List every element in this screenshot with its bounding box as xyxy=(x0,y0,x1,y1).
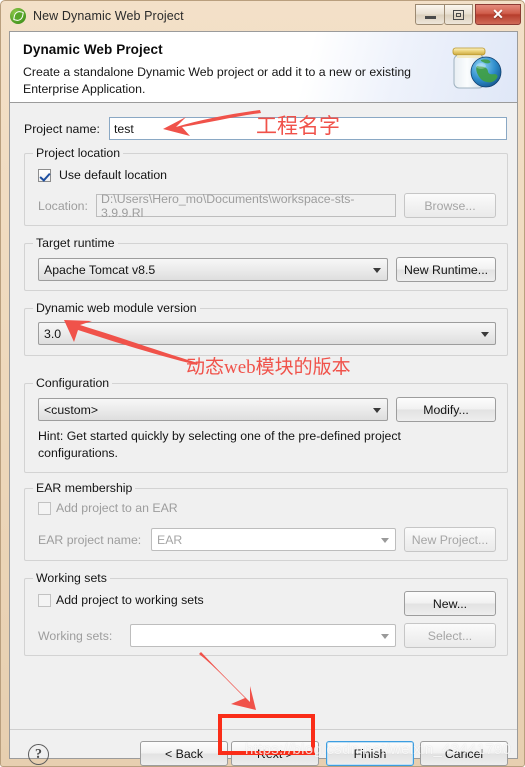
chevron-down-icon xyxy=(381,537,389,543)
chevron-down-icon xyxy=(381,633,389,639)
working-sets-group-title: Working sets xyxy=(33,571,110,585)
window-title: New Dynamic Web Project xyxy=(33,8,184,23)
new-working-set-button[interactable]: New... xyxy=(404,591,496,616)
use-default-location-checkbox[interactable] xyxy=(38,168,51,182)
browse-button[interactable]: Browse... xyxy=(404,193,496,218)
target-runtime-combo[interactable]: Apache Tomcat v8.5 xyxy=(38,258,388,281)
add-to-ear-row[interactable]: Add project to an EAR xyxy=(38,501,178,515)
add-to-ear-label: Add project to an EAR xyxy=(56,501,178,515)
new-project-button[interactable]: New Project... xyxy=(404,527,496,552)
new-runtime-button[interactable]: New Runtime... xyxy=(396,257,496,282)
back-button[interactable]: < Back xyxy=(140,741,228,766)
page-description: Create a standalone Dynamic Web project … xyxy=(23,65,412,96)
dialog-footer: ? < Back Next > Finish Cancel xyxy=(10,730,517,766)
configuration-value: <custom> xyxy=(44,402,98,417)
project-location-group: Project location Use default location Lo… xyxy=(24,146,508,226)
location-input[interactable]: D:\Users\Hero_mo\Documents\workspace-sts… xyxy=(96,192,396,220)
target-runtime-group: Target runtime Apache Tomcat v8.5 New Ru… xyxy=(24,236,508,291)
ear-membership-group-title: EAR membership xyxy=(33,481,136,495)
configuration-hint: Hint: Get started quickly by selecting o… xyxy=(38,429,401,460)
working-sets-row: Working sets: Select... xyxy=(38,623,496,648)
working-sets-label: Working sets: xyxy=(38,628,113,643)
maximize-button[interactable] xyxy=(444,4,473,25)
ear-project-name-label: EAR project name: xyxy=(38,532,142,547)
configuration-group-title: Configuration xyxy=(33,376,113,390)
page-title: Dynamic Web Project xyxy=(23,42,163,57)
chevron-down-icon xyxy=(373,407,381,413)
modify-button[interactable]: Modify... xyxy=(396,397,496,422)
cancel-button[interactable]: Cancel xyxy=(420,741,508,766)
wizard-body: Project name: test Project location Use … xyxy=(10,103,517,729)
close-button[interactable]: ✕ xyxy=(475,4,521,25)
next-button[interactable]: Next > xyxy=(231,741,319,766)
project-location-group-title: Project location xyxy=(33,146,124,160)
project-name-label: Project name: xyxy=(24,121,100,136)
use-default-location-label: Use default location xyxy=(59,168,168,182)
add-to-working-sets-row: Add project to working sets New... xyxy=(38,591,496,616)
add-to-working-sets-checkbox[interactable] xyxy=(38,593,51,607)
minimize-icon xyxy=(424,16,436,19)
dialog-client-area: Dynamic Web Project Create a standalone … xyxy=(9,31,518,766)
maximize-icon xyxy=(453,9,464,20)
project-name-row: Project name: test xyxy=(24,117,508,140)
location-label: Location: xyxy=(38,198,88,213)
working-sets-combo[interactable] xyxy=(130,624,396,647)
use-default-location-row[interactable]: Use default location xyxy=(38,168,167,182)
target-runtime-value: Apache Tomcat v8.5 xyxy=(44,262,156,277)
module-version-group: Dynamic web module version 3.0 xyxy=(24,301,508,356)
ear-membership-group: EAR membership Add project to an EAR EAR… xyxy=(24,481,508,561)
project-name-input[interactable]: test xyxy=(109,117,507,140)
configuration-group: Configuration <custom> Modify... Hint: G… xyxy=(24,376,508,473)
location-row: Location: D:\Users\Hero_mo\Documents\wor… xyxy=(38,192,496,220)
help-icon[interactable]: ? xyxy=(28,744,49,765)
target-runtime-row: Apache Tomcat v8.5 New Runtime... xyxy=(38,257,496,282)
module-version-combo[interactable]: 3.0 xyxy=(38,322,496,345)
module-version-value: 3.0 xyxy=(44,326,62,341)
ear-project-name-row: EAR project name: EAR New Project... xyxy=(38,527,496,552)
working-sets-group: Working sets Add project to working sets… xyxy=(24,571,508,656)
add-to-ear-checkbox[interactable] xyxy=(38,501,51,515)
configuration-combo[interactable]: <custom> xyxy=(38,398,388,421)
configuration-row: <custom> Modify... xyxy=(38,397,496,422)
ear-project-name-value: EAR xyxy=(157,532,183,547)
dialog-window: New Dynamic Web Project ✕ Dynamic Web Pr… xyxy=(0,0,525,767)
wizard-banner: Dynamic Web Project Create a standalone … xyxy=(10,32,517,103)
finish-button[interactable]: Finish xyxy=(326,741,414,766)
chevron-down-icon xyxy=(481,331,489,337)
spring-leaf-icon xyxy=(10,7,26,24)
module-version-group-title: Dynamic web module version xyxy=(33,301,200,315)
add-to-working-sets-label: Add project to working sets xyxy=(56,593,204,607)
chevron-down-icon xyxy=(373,267,381,273)
jar-globe-icon xyxy=(452,47,502,89)
title-bar: New Dynamic Web Project ✕ xyxy=(1,1,525,30)
ear-project-name-combo[interactable]: EAR xyxy=(151,528,396,551)
select-working-set-button[interactable]: Select... xyxy=(404,623,496,648)
target-runtime-group-title: Target runtime xyxy=(33,236,118,250)
window-controls: ✕ xyxy=(415,4,521,25)
minimize-button[interactable] xyxy=(415,4,444,25)
